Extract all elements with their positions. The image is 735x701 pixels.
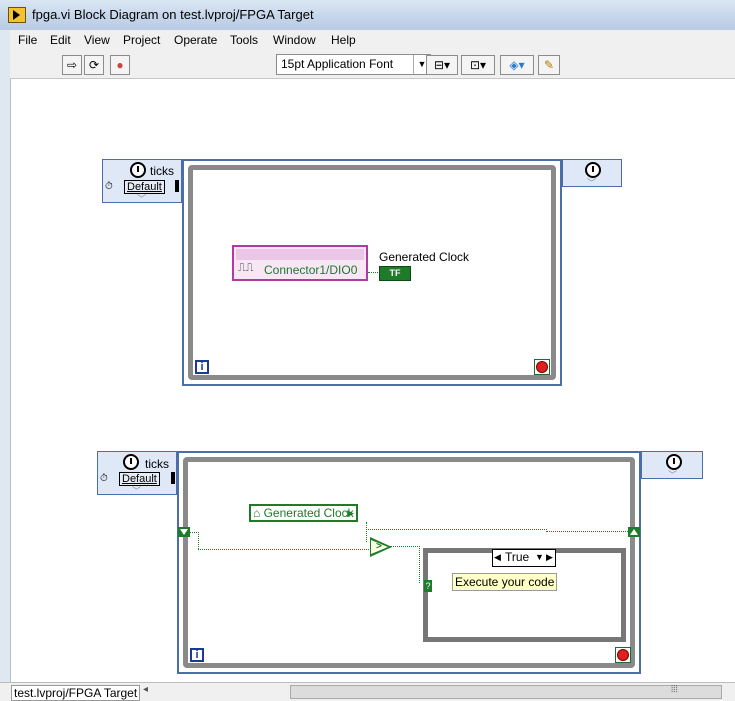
case-selector[interactable]: ◀ True ▼ ▶ — [492, 549, 556, 567]
boolean-wire — [390, 546, 420, 547]
timed-loop-1-input-node[interactable]: ticks ⏱ Default ﹀ — [102, 159, 182, 204]
distribute-objects-button[interactable]: ⊡▾ — [461, 55, 495, 75]
menu-bar: File Edit View Project Operate Tools Win… — [10, 30, 735, 50]
menu-view[interactable]: View — [84, 33, 110, 47]
toolbar: ⇨ ⟳ ● 15pt Application Font ▼ ⊟▾ ⊡▾ ◈▾ ✎ — [10, 50, 735, 79]
greater-than-icon: > — [376, 541, 382, 552]
boolean-wire — [198, 549, 371, 550]
stop-terminal[interactable] — [534, 359, 550, 375]
font-selector[interactable]: 15pt Application Font ▼ — [276, 54, 431, 75]
menu-project[interactable]: Project — [123, 33, 160, 47]
timer-icon: ⏱ — [100, 473, 108, 484]
iteration-terminal-label: i — [195, 649, 199, 661]
timed-loop-2-output-node[interactable]: ﹀ — [641, 451, 703, 480]
window-title: fpga.vi Block Diagram on test.lvproj/FPG… — [32, 7, 314, 22]
abort-button[interactable]: ● — [110, 55, 130, 75]
fpga-io-node[interactable]: ⎍⎍ Connector1/DIO0 — [232, 245, 368, 281]
chevron-down-icon: ﹀ — [587, 178, 597, 188]
horizontal-scrollbar[interactable]: ⦙⦙⦙ — [290, 684, 722, 699]
boolean-indicator-value: TF — [389, 268, 401, 278]
triangle-left-icon[interactable]: ◀ — [494, 550, 501, 564]
scroll-grip-icon: ⦙⦙⦙ — [671, 684, 678, 695]
io-node-header — [236, 249, 364, 260]
menu-file[interactable]: File — [18, 33, 37, 47]
indicator-label: Generated Clock — [379, 250, 470, 264]
reorder-button[interactable]: ◈▾ — [500, 55, 534, 75]
boolean-wire — [419, 546, 420, 583]
chevron-down-icon: ﹀ — [132, 486, 142, 496]
target-label: test.lvproj/FPGA Target — [11, 685, 141, 701]
align-objects-button[interactable]: ⊟▾ — [426, 55, 458, 75]
chevron-down-icon[interactable]: ▼ — [535, 550, 544, 564]
chevron-down-icon: ﹀ — [668, 470, 678, 480]
menu-tools[interactable]: Tools — [230, 33, 258, 47]
timed-loop-1-output-node[interactable]: ﹀ — [562, 159, 622, 188]
cleanup-diagram-button[interactable]: ✎ — [538, 55, 560, 75]
title-bar: fpga.vi Block Diagram on test.lvproj/FPG… — [0, 0, 735, 31]
shift-register-left[interactable] — [178, 527, 190, 537]
terminal-marker — [175, 180, 179, 192]
window-left-edge — [0, 30, 11, 682]
home-icon: ⌂ — [253, 506, 261, 520]
scroll-left-icon[interactable]: ◂ — [143, 684, 148, 695]
terminal-marker — [171, 472, 175, 484]
timer-icon: ⏱ — [105, 181, 113, 192]
boolean-wire — [366, 529, 547, 530]
local-variable-label: Generated Clock — [263, 506, 354, 520]
clock-icon — [123, 454, 139, 470]
status-bar: test.lvproj/FPGA Target ◂ ⦙⦙⦙ — [0, 682, 735, 701]
io-node-label: Connector1/DIO0 — [264, 263, 358, 277]
menu-window[interactable]: Window — [273, 33, 316, 47]
comment-label: Execute your code — [452, 573, 558, 591]
boolean-wire — [546, 531, 628, 532]
triangle-right-icon[interactable]: ▶ — [546, 550, 553, 564]
timing-source-label: ticks — [150, 164, 174, 178]
labview-app-icon[interactable] — [8, 7, 26, 23]
clock-icon — [130, 162, 146, 178]
waveform-icon: ⎍⎍ — [238, 262, 254, 274]
menu-operate[interactable]: Operate — [174, 33, 217, 47]
chevron-down-icon: ﹀ — [137, 194, 147, 204]
boolean-wire — [190, 532, 199, 533]
iteration-terminal: i — [190, 648, 204, 662]
boolean-wire — [366, 522, 367, 542]
timed-loop-2-input-node[interactable]: ticks ⏱ Default ﹀ — [97, 451, 177, 496]
timing-source-label: ticks — [145, 457, 169, 471]
stop-terminal[interactable] — [615, 647, 631, 663]
case-selector-terminal: ? — [424, 580, 432, 592]
iteration-terminal-label: i — [200, 361, 204, 373]
run-arrow-button[interactable]: ⇨ — [62, 55, 82, 75]
local-variable[interactable]: ⌂ Generated Clock ▶ — [249, 504, 358, 522]
menu-edit[interactable]: Edit — [50, 33, 71, 47]
menu-help[interactable]: Help — [331, 33, 356, 47]
shift-register-right[interactable] — [628, 527, 640, 537]
boolean-indicator[interactable]: TF — [379, 266, 411, 281]
font-selector-value: 15pt Application Font — [281, 57, 394, 71]
case-selector-value: True — [505, 550, 530, 564]
run-continuously-button[interactable]: ⟳ — [84, 55, 104, 75]
iteration-terminal: i — [195, 360, 209, 374]
boolean-wire — [198, 532, 199, 549]
triangle-right-icon: ▶ — [347, 508, 354, 518]
